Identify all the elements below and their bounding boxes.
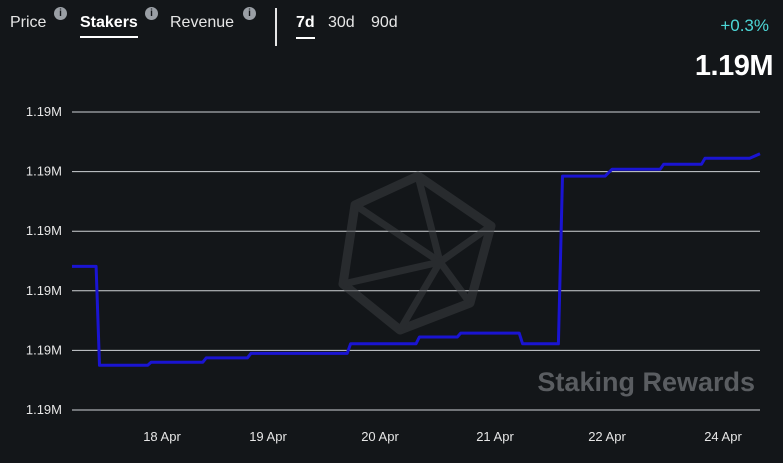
y-axis-ticks: 1.19M 1.19M 1.19M 1.19M 1.19M 1.19M (26, 104, 62, 417)
x-tick-label: 18 Apr (143, 429, 181, 444)
x-axis-ticks: 18 Apr 19 Apr 20 Apr 21 Apr 22 Apr 24 Apr (143, 429, 742, 444)
y-tick-label: 1.19M (26, 283, 62, 298)
stakers-chart: Staking Rewards 1.19M1.19M1.19M1.19M1.19… (26, 104, 761, 444)
series-line (72, 152, 761, 367)
chart-grid (72, 111, 760, 411)
y-tick-label: 1.19M (26, 402, 62, 417)
y-tick-label: 1.19M (26, 342, 62, 357)
x-tick-label: 21 Apr (476, 429, 514, 444)
y-tick-label: 1.19M (26, 164, 62, 179)
y-tick-label: 1.19M (26, 104, 62, 119)
x-tick-label: 24 Apr (704, 429, 742, 444)
staking-rewards-logo-icon (338, 171, 496, 335)
x-tick-label: 19 Apr (249, 429, 287, 444)
x-tick-label: 20 Apr (361, 429, 399, 444)
x-tick-label: 22 Apr (588, 429, 626, 444)
watermark-text: Staking Rewards (537, 367, 755, 397)
y-tick-label: 1.19M (26, 223, 62, 238)
